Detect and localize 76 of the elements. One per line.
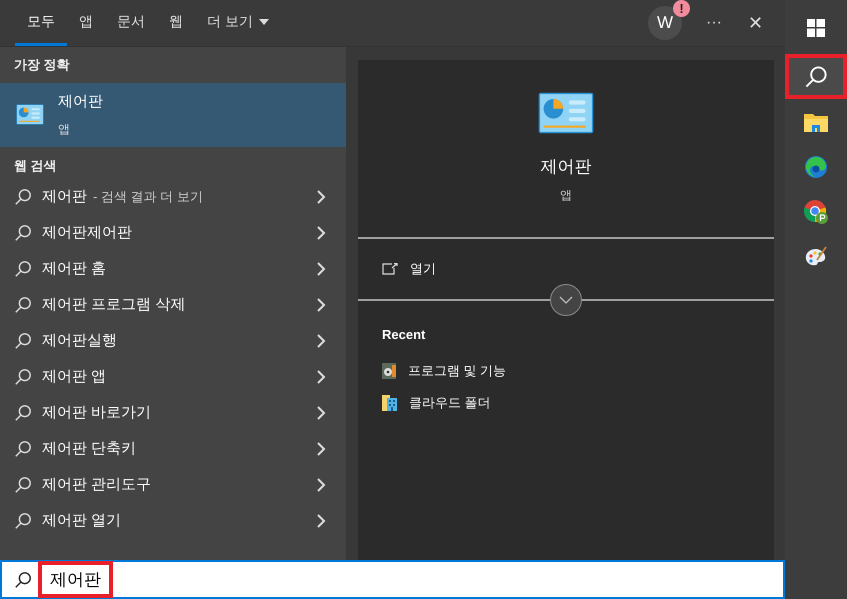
dropdown-caret-icon [258,18,269,24]
chevron-right-icon [316,442,326,456]
web-search-item[interactable]: 제어판제어판 [0,215,346,251]
search-icon [804,64,828,88]
expand-button[interactable] [550,284,582,316]
tab[interactable]: 더 보기 [195,0,281,46]
web-search-item[interactable]: 제어판 앱 [0,359,346,395]
web-search-item[interactable]: 제어판 프로그램 삭제 [0,287,346,323]
search-icon [14,332,32,350]
web-search-item[interactable]: 제어판 바로가기 [0,395,346,431]
chevron-right-icon [316,190,326,204]
suggestion-text: 제어판 단축키 [42,438,138,459]
app-name: 제어판 [540,156,592,178]
open-action[interactable]: 열기 [358,239,774,299]
recent-item[interactable]: 프로그램 및 기능 [358,354,774,386]
web-search-item[interactable]: 제어판 열기 [0,503,346,539]
chevron-right-icon [316,298,326,312]
open-external-icon [382,263,398,275]
search-icon [14,224,32,242]
browser-icon [804,154,828,178]
search-icon [14,368,32,386]
folder-icon [804,112,828,132]
chevron-right-icon [316,478,326,492]
search-icon [14,512,32,530]
control-panel-icon [16,104,44,125]
close-button[interactable]: ✕ [746,10,765,36]
chevron-right-icon [316,226,326,240]
recent-item[interactable]: 클라우드 폴더 [358,386,774,418]
chevron-right-icon [316,370,326,384]
chevron-right-icon [316,514,326,528]
suggestion-text: 제어판제어판 [42,222,133,243]
suggestion-text: 제어판 관리도구 [42,474,152,495]
search-icon [14,260,32,278]
alert-badge: ! [673,0,690,17]
suggestion-text: 제어판 앱 [42,366,108,387]
suggestion-text: 제어판 바로가기 [42,402,152,423]
windows-logo-icon [807,18,825,36]
web-search-item[interactable]: 제어판 관리도구 [0,467,346,503]
suggestion-text: 제어판 홈 [42,258,108,279]
chevron-right-icon [316,334,326,348]
search-icon [14,440,32,458]
app-type: 앱 [560,186,572,204]
web-search-item[interactable]: 제어판 - 검색 결과 더 보기 [0,179,346,215]
search-icon [14,476,32,494]
search-query: 제어판 [38,560,113,598]
program-icon [382,362,396,378]
section-heading: 웹 검색 [13,156,58,174]
recent-heading: Recent [381,326,426,344]
control-panel-icon [538,92,594,134]
tab[interactable]: 문서 [105,0,157,46]
taskbar-button[interactable] [785,54,847,99]
app-name: 제어판 [58,92,103,112]
best-match-item[interactable]: 제어판 앱 [0,82,346,146]
search-icon [14,404,32,422]
tab[interactable]: 앱 [67,0,105,46]
chevron-right-icon [316,262,326,276]
suggestion-text: 제어판 프로그램 삭제 [42,294,186,315]
query-text: 제어판 [42,186,87,207]
chevron-right-icon [316,406,326,420]
folder-building-icon [382,394,397,410]
section-heading: 가장 정확 [13,56,71,74]
tab[interactable]: 웹 [157,0,195,46]
web-search-item[interactable]: 제어판 홈 [0,251,346,287]
suggestion-text: 제어판실행 [42,330,118,351]
search-icon [14,296,32,314]
web-search-item[interactable]: 제어판 단축키 [0,431,346,467]
search-icon [14,188,32,206]
suggestion-text: 제어판 열기 [42,510,122,531]
web-search-item[interactable]: 제어판실행 [0,323,346,359]
more-button[interactable]: ··· [704,11,724,35]
app-type: 앱 [58,120,71,138]
search-field[interactable]: 제어판 [0,560,785,599]
search-icon [14,570,32,588]
chevron-down-icon [559,296,573,304]
browser-icon [803,198,829,224]
query-hint: - 검색 결과 더 보기 [93,188,203,206]
